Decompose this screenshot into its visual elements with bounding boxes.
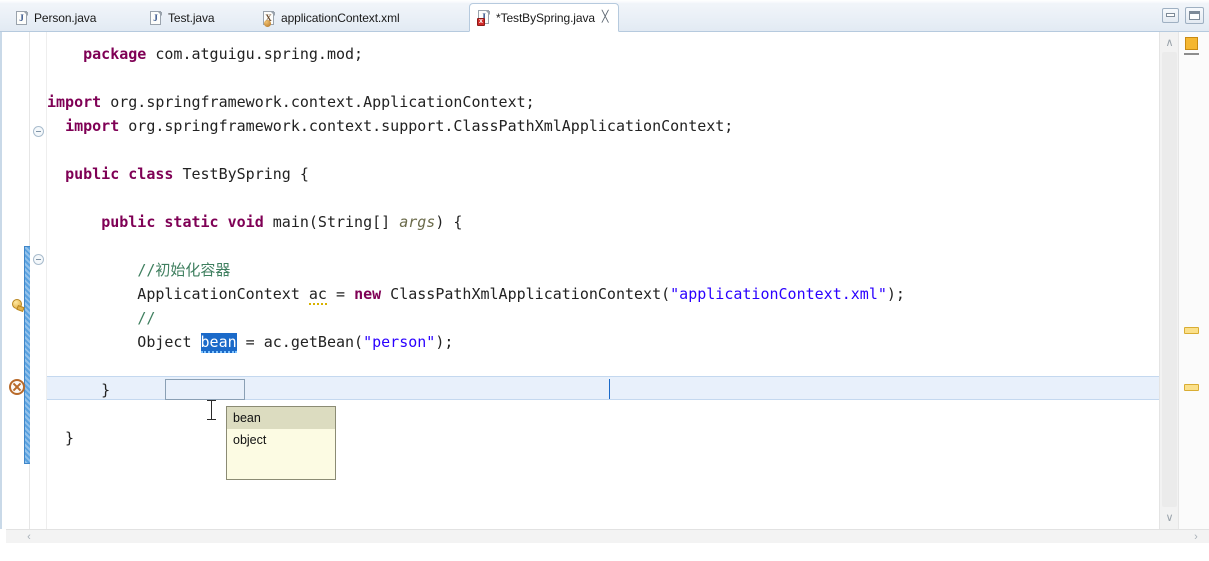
horizontal-scrollbar[interactable]: ‹ › (6, 529, 1209, 543)
java-file-icon: J (16, 10, 29, 26)
folding-ruler[interactable] (30, 32, 47, 529)
editor-body: package com.atguigu.spring.mod; import o… (0, 32, 1209, 561)
overview-warning-mark[interactable] (1184, 327, 1199, 334)
code-line[interactable]: package com.atguigu.spring.mod; (47, 42, 363, 66)
fold-widget-collapse-icon[interactable] (33, 126, 44, 137)
vertical-scrollbar[interactable]: ∧ ∨ (1159, 32, 1178, 529)
code-line[interactable]: import org.springframework.context.Appli… (47, 90, 535, 114)
code-line[interactable]: ApplicationContext ac = new ClassPathXml… (47, 282, 905, 306)
occurrence-highlight-box (165, 379, 245, 400)
ibeam-cursor-icon (207, 400, 216, 420)
text-caret (609, 379, 610, 399)
tab-testbyspring-java[interactable]: J *TestBySpring.java ╳ (469, 3, 619, 32)
code-line[interactable]: public static void main(String[] args) { (47, 210, 462, 234)
maximize-button[interactable] (1185, 7, 1204, 24)
tab-label: Test.java (168, 11, 215, 25)
code-line[interactable]: //初始化容器 (47, 258, 230, 282)
scroll-left-arrow-icon[interactable]: ‹ (24, 531, 34, 543)
close-icon[interactable]: ╳ (602, 12, 609, 23)
editor-bottom-strip (6, 542, 1159, 561)
annotation-ruler[interactable] (6, 32, 35, 529)
code-line[interactable]: // (47, 306, 155, 330)
code-line[interactable]: import org.springframework.context.suppo… (47, 114, 733, 138)
vertical-scrollbar-thumb[interactable] (1162, 52, 1177, 507)
scroll-up-arrow-icon[interactable]: ∧ (1164, 38, 1175, 49)
tab-label: Person.java (34, 11, 97, 25)
code-line[interactable]: } (47, 378, 110, 402)
tab-test-java[interactable]: J Test.java (142, 4, 223, 32)
overview-status-indicator[interactable] (1185, 37, 1198, 50)
tab-person-java[interactable]: J Person.java (8, 4, 105, 32)
scroll-right-arrow-icon[interactable]: › (1191, 531, 1201, 543)
java-file-error-icon: J (477, 10, 491, 26)
code-line[interactable]: } (47, 426, 74, 450)
code-line[interactable]: public class TestBySpring { (47, 162, 309, 186)
selected-token[interactable]: bean (200, 333, 237, 353)
window-buttons (1162, 7, 1204, 24)
scroll-down-arrow-icon[interactable]: ∨ (1164, 513, 1175, 524)
xml-file-icon: X (263, 10, 276, 27)
assist-item-object[interactable]: object (227, 429, 335, 451)
minimize-button[interactable] (1162, 8, 1179, 23)
code-line[interactable]: Object bean = ac.getBean("person"); (47, 330, 453, 354)
java-file-icon: J (150, 10, 163, 26)
assist-item-bean[interactable]: bean (227, 407, 335, 429)
eclipse-editor-window: J Person.java J Test.java X applicationC… (0, 0, 1209, 561)
tab-label: applicationContext.xml (281, 11, 400, 25)
tab-application-context-xml[interactable]: X applicationContext.xml (255, 4, 409, 32)
editor-tab-bar: J Person.java J Test.java X applicationC… (0, 0, 1209, 32)
warning-marker-icon[interactable] (10, 298, 26, 314)
overview-ruler[interactable] (1178, 32, 1209, 529)
tab-label: *TestBySpring.java (496, 10, 595, 25)
overview-warning-mark[interactable] (1184, 384, 1199, 391)
overview-status-underline (1184, 53, 1199, 55)
content-assist-popup[interactable]: bean object (226, 406, 336, 480)
code-editor-text-area[interactable]: package com.atguigu.spring.mod; import o… (47, 32, 1159, 510)
fold-widget-collapse-icon[interactable] (33, 254, 44, 265)
error-marker-icon[interactable] (9, 379, 25, 395)
